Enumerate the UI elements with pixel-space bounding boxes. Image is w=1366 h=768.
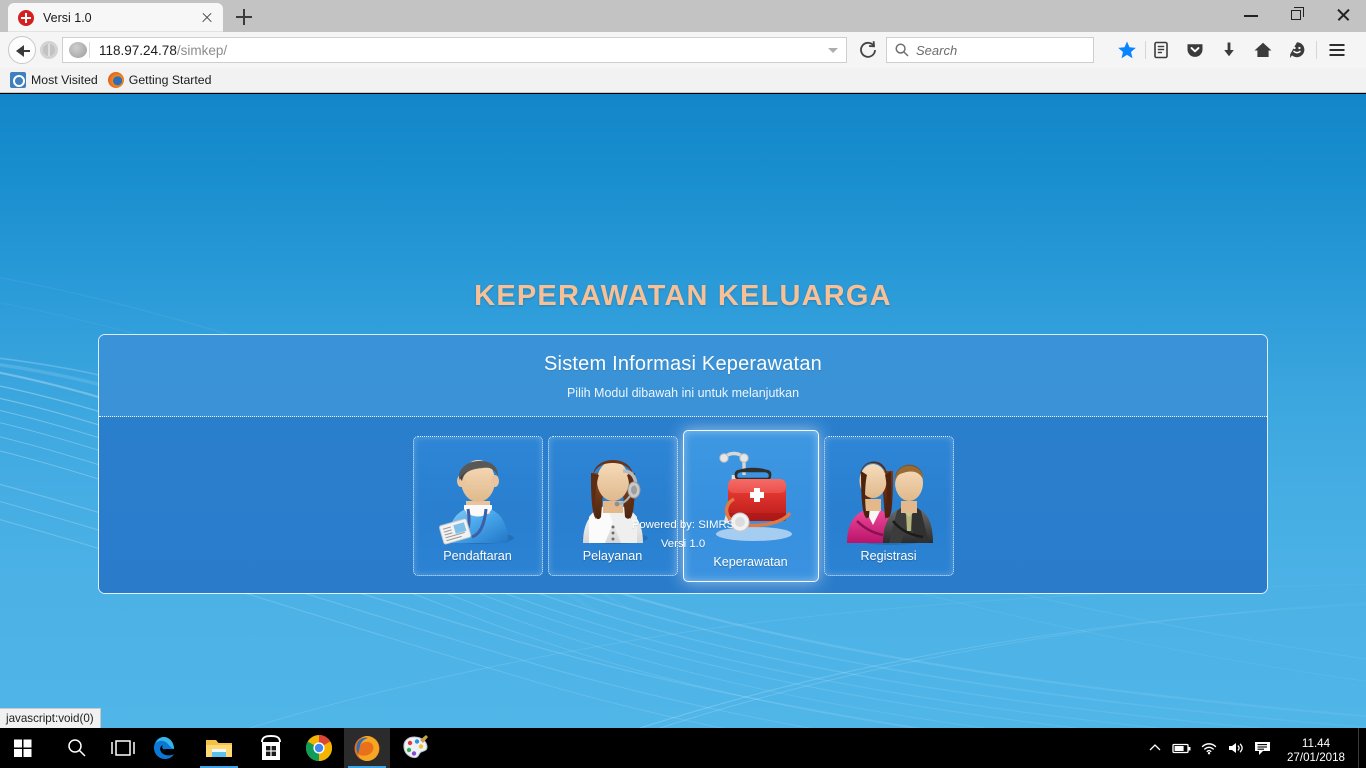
taskbar-clock[interactable]: 11.44 27/01/2018 (1276, 732, 1358, 765)
tab-title: Versi 1.0 (43, 10, 92, 25)
bookmark-most-visited[interactable]: Most Visited (10, 72, 98, 88)
page-footer: Powered by: SIMRS Versi 1.0 (0, 516, 1366, 554)
bookmark-label: Most Visited (31, 73, 98, 87)
chrome-button[interactable] (296, 728, 342, 768)
folder-icon (206, 740, 232, 757)
paint-button[interactable] (392, 728, 438, 768)
clock-time: 11.44 (1301, 736, 1331, 750)
plus-icon[interactable] (232, 5, 256, 29)
module-card-pendaftaran[interactable]: Pendaftaran (412, 435, 543, 576)
star-icon[interactable] (1114, 38, 1140, 62)
firefox-icon (107, 72, 124, 88)
store-bag-icon (261, 735, 281, 760)
url-bar[interactable]: 118.97.24.78/simkep/ (62, 37, 847, 63)
globe-icon (69, 42, 87, 58)
page-title: KEPERAWATAN KELUARGA (474, 280, 892, 312)
chevron-down-icon[interactable] (828, 47, 838, 53)
bookmark-getting-started[interactable]: Getting Started (107, 72, 212, 88)
divider (89, 42, 90, 58)
browser-navbar: 118.97.24.78/simkep/ Search (0, 32, 1366, 68)
search-icon (895, 43, 909, 57)
divider (1145, 41, 1146, 59)
action-center-icon[interactable] (1249, 728, 1276, 768)
panel-body: Pendaftaran Pelayanan Keperawatan Regist… (99, 417, 1267, 593)
minimize-icon[interactable] (1228, 0, 1274, 30)
chevron-up-icon[interactable] (1141, 728, 1168, 768)
back-arrow-icon[interactable] (8, 36, 36, 64)
browser-status-bar: javascript:void(0) (0, 708, 101, 728)
paint-palette-icon (403, 735, 428, 759)
module-label: Keperawatan (713, 554, 788, 569)
start-button[interactable] (0, 728, 46, 768)
close-icon[interactable] (1320, 0, 1366, 30)
panel-subheading: Pilih Modul dibawah ini untuk melanjutka… (566, 386, 800, 400)
page-content: KEPERAWATAN KELUARGA Sistem Informasi Ke… (0, 94, 1366, 728)
bookmarks-bar: Most Visited Getting Started (0, 68, 1366, 93)
close-icon[interactable] (196, 7, 218, 29)
screen: Versi 1.0 118.97.24.78/simkep/ Search Mo… (0, 0, 1366, 768)
module-card-registrasi[interactable]: Registrasi (823, 435, 954, 576)
search-icon (68, 739, 86, 757)
reload-icon[interactable] (856, 38, 880, 62)
panel-header: Sistem Informasi Keperawatan Pilih Modul… (99, 335, 1267, 417)
hamburger-menu-icon[interactable] (1324, 38, 1350, 62)
show-desktop-button[interactable] (1358, 728, 1366, 768)
most-visited-icon (10, 72, 26, 88)
store-button[interactable] (248, 728, 294, 768)
downloads-icon[interactable] (1216, 38, 1242, 62)
bookmark-label: Getting Started (128, 73, 212, 87)
url-host: 118.97.24.78 (99, 42, 177, 58)
sync-smiley-icon[interactable] (1284, 38, 1310, 62)
module-card-pelayanan[interactable]: Pelayanan (547, 435, 678, 576)
home-icon[interactable] (1250, 38, 1276, 62)
forward-arrow-icon[interactable] (40, 41, 58, 59)
module-panel: Sistem Informasi Keperawatan Pilih Modul… (98, 334, 1268, 594)
restore-icon[interactable] (1274, 0, 1320, 30)
wifi-icon[interactable] (1195, 728, 1222, 768)
search-placeholder: Search (916, 42, 958, 58)
search-bar[interactable]: Search (886, 37, 1094, 63)
medical-cross-icon (18, 9, 34, 26)
task-view-icon (111, 740, 135, 756)
search-button[interactable] (54, 728, 100, 768)
clock-date: 27/01/2018 (1286, 750, 1346, 764)
browser-titlebar: Versi 1.0 (0, 0, 1366, 32)
divider (1316, 41, 1317, 59)
url-path: /simkep/ (176, 42, 228, 58)
edge-icon (154, 737, 174, 759)
firefox-button[interactable] (344, 728, 390, 768)
url-text: 118.97.24.78/simkep/ (99, 43, 227, 58)
windows-taskbar: 11.44 27/01/2018 (0, 728, 1366, 768)
firefox-icon (354, 736, 380, 761)
version-text: Versi 1.0 (660, 538, 706, 550)
system-tray: 11.44 27/01/2018 (1141, 728, 1366, 768)
chrome-icon (305, 734, 333, 762)
volume-icon[interactable] (1222, 728, 1249, 768)
task-view-button[interactable] (100, 728, 146, 768)
battery-icon[interactable] (1168, 728, 1195, 768)
windows-logo-icon (14, 739, 32, 757)
module-card-keperawatan[interactable]: Keperawatan (682, 429, 819, 582)
edge-button[interactable] (142, 728, 188, 768)
reader-list-icon[interactable] (1148, 38, 1174, 62)
module-list: Pendaftaran Pelayanan Keperawatan Regist… (412, 429, 954, 582)
file-explorer-button[interactable] (196, 728, 242, 768)
browser-tab[interactable]: Versi 1.0 (8, 3, 223, 32)
powered-by-text: Powered by: SIMRS (631, 519, 735, 531)
pocket-icon[interactable] (1182, 38, 1208, 62)
panel-heading: Sistem Informasi Keperawatan (544, 353, 822, 375)
